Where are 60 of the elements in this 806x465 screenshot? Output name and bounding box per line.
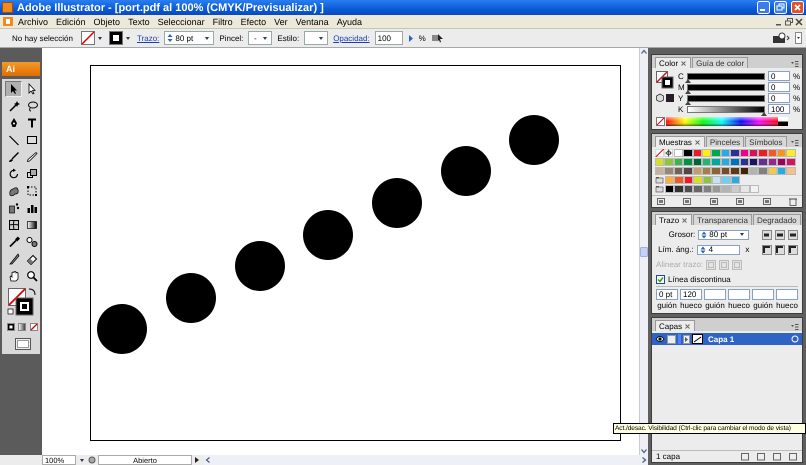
menu-item[interactable]: Objeto [90,16,124,26]
weight-label: Grosor: [668,230,696,239]
channel-label: M [678,82,684,92]
menu-item[interactable]: Texto [124,16,154,26]
channel-field[interactable]: 0 [768,93,790,103]
selection-status: No hay selección [12,34,74,42]
percent-label: % [793,72,800,80]
menu-item[interactable]: Archivo [14,16,52,26]
brush-label: Pincel: [219,34,244,42]
percent-label: % [418,34,426,42]
field-label: hueco [776,301,798,310]
menu-item[interactable]: Filtro [208,16,237,26]
app-logo: Ai [2,62,40,76]
panel-tab[interactable]: Transparencia [693,214,752,225]
menu-item[interactable]: Ver [270,16,292,26]
panel-tab[interactable]: Símbolos [745,136,787,147]
channel-field[interactable]: 100 [768,104,790,114]
channel-field[interactable]: 0 [768,71,790,81]
channel-label: C [678,72,684,80]
miter-field[interactable]: 4 [696,244,740,254]
opacity-field[interactable]: 100 [374,31,403,45]
style-label: Estilo: [277,34,300,42]
dash-field[interactable]: 120 [680,289,702,300]
layer-row[interactable]: Capa 1 [652,333,802,345]
panel-tab[interactable]: Degradado [753,214,801,225]
panel-tab[interactable]: Capas [655,320,696,331]
field-label: hueco [728,301,750,310]
field-label: guión [752,301,774,310]
layer-name: Capa 1 [707,334,736,344]
menu-item[interactable]: Edición [52,16,90,26]
field-label: guión [704,301,726,310]
weight-field[interactable]: 80 pt [698,230,749,240]
panel-tab[interactable]: Pinceles [706,136,744,147]
miter-label: Lím. áng.: [657,245,694,254]
field-label: hueco [680,301,702,310]
brush-dropdown[interactable]: - [248,31,272,45]
panel-tab[interactable]: Guía de color [692,57,748,68]
menu-item[interactable]: Seleccionar [154,16,209,26]
dash-field[interactable]: 0 pt [656,289,678,300]
percent-label: % [793,94,800,102]
percent-label: % [793,82,800,92]
percent-label: % [793,104,800,114]
menu-item[interactable]: Ventana [292,16,333,26]
stroke-link[interactable]: Trazo: [137,34,160,42]
channel-label: Y [678,94,684,102]
align-label: Alinear trazo: [656,260,704,269]
field-label: guión [656,301,678,310]
opacity-link[interactable]: Opacidad: [333,34,370,42]
menu-item[interactable]: Ayuda [332,16,366,26]
channel-field[interactable]: 0 [768,82,790,92]
panel-tab[interactable]: Color [655,57,692,68]
panel-tab[interactable]: Muestras [655,136,705,147]
menu-item[interactable]: Efecto [236,16,270,26]
layer-count: 1 capa [656,452,682,461]
panel-tab[interactable]: Trazo [655,214,692,225]
stroke-weight-field[interactable]: 80 pt [164,31,214,45]
unit-label: x [744,245,750,254]
channel-label: K [678,104,684,114]
window-title: Adobe Illustrator - [port.pdf al 100% (CMYK/Previsualizar) ] [17,2,325,14]
checkbox-label: Línea discontinua [668,275,731,284]
